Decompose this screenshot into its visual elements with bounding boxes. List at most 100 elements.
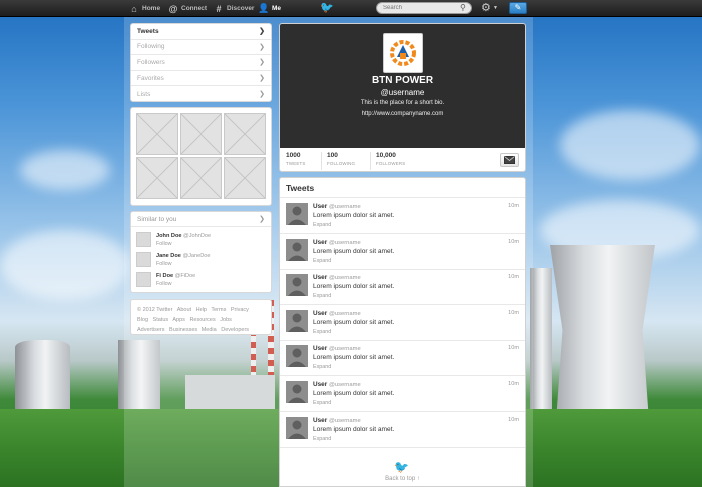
tweet-timestamp[interactable]: 10m	[508, 274, 519, 280]
profile-url[interactable]: http://www.companyname.com	[280, 111, 525, 117]
follow-link[interactable]: Follow	[156, 241, 172, 247]
avatar[interactable]	[286, 203, 308, 225]
similar-user-name[interactable]: Jane Doe	[156, 253, 181, 259]
nav-discover[interactable]: # Discover	[214, 0, 254, 17]
avatar[interactable]	[286, 416, 308, 439]
avatar[interactable]	[136, 272, 151, 287]
tweet-timestamp[interactable]: 10m	[508, 345, 519, 351]
at-icon: @	[168, 3, 178, 14]
footer-link-resources[interactable]: Resources	[189, 317, 215, 323]
footer-link-developers[interactable]: Developers	[221, 327, 249, 333]
sidebar-item-label: Favorites	[137, 74, 164, 82]
tweet-expand-link[interactable]: Expand	[313, 222, 331, 228]
tweet-timestamp[interactable]: 10m	[508, 239, 519, 245]
tweet-user-name[interactable]: User	[313, 203, 327, 210]
nav-discover-label: Discover	[227, 5, 255, 12]
tweet-item[interactable]: User @username Lorem ipsum dolor sit amet…	[280, 412, 525, 448]
tweet-text: Lorem ipsum dolor sit amet.	[313, 354, 395, 362]
avatar[interactable]	[286, 309, 308, 332]
follow-link[interactable]: Follow	[156, 261, 172, 267]
footer-link-privacy[interactable]: Privacy	[231, 307, 249, 313]
sidebar-item-following[interactable]: Following ❯	[131, 40, 271, 56]
tweet-expand-link[interactable]: Expand	[313, 329, 331, 335]
avatar[interactable]	[286, 274, 308, 297]
similar-user-name[interactable]: Fi Doe	[156, 273, 173, 279]
tweet-user-name[interactable]: User	[313, 239, 327, 246]
tweet-item[interactable]: User @username Lorem ipsum dolor sit amet…	[280, 198, 525, 234]
tweet-expand-link[interactable]: Expand	[313, 364, 331, 370]
media-thumbnail[interactable]	[180, 157, 222, 199]
twitter-bird-icon[interactable]: 🐦	[320, 2, 334, 14]
tweet-expand-link[interactable]: Expand	[313, 436, 331, 442]
search-icon[interactable]: ⚲	[460, 3, 469, 12]
footer-link-about[interactable]: About	[177, 307, 191, 313]
tweet-item[interactable]: User @username Lorem ipsum dolor sit amet…	[280, 269, 525, 306]
sidebar-item-lists[interactable]: Lists ❯	[131, 86, 271, 102]
footer-link-status[interactable]: Status	[153, 317, 169, 323]
media-thumbnail[interactable]	[224, 157, 266, 199]
sidebar-item-tweets[interactable]: Tweets ❯	[131, 24, 271, 40]
follow-link[interactable]: Follow	[156, 281, 172, 287]
avatar[interactable]	[286, 381, 308, 403]
tweet-item[interactable]: User @username Lorem ipsum dolor sit amet…	[280, 340, 525, 377]
footer-link-jobs[interactable]: Jobs	[220, 317, 232, 323]
sidebar-item-followers[interactable]: Followers ❯	[131, 55, 271, 71]
nav-connect[interactable]: @ Connect	[168, 0, 207, 17]
similar-user-name[interactable]: John Doe	[156, 233, 181, 239]
avatar[interactable]	[286, 238, 308, 261]
stat-tweets[interactable]: 1000 TWEETS	[286, 152, 306, 170]
avatar[interactable]	[136, 252, 151, 267]
footer-link-help[interactable]: Help	[196, 307, 207, 313]
profile-handle: @username	[380, 88, 425, 97]
footer-link-terms[interactable]: Terms	[211, 307, 226, 313]
tweet-user-name[interactable]: User	[313, 381, 327, 388]
sidebar-item-favorites[interactable]: Favorites ❯	[131, 71, 271, 87]
tweet-expand-link[interactable]: Expand	[313, 400, 331, 406]
hash-icon: #	[216, 3, 222, 14]
media-thumbnail[interactable]	[224, 113, 266, 155]
similar-header[interactable]: Similar to you ❯	[131, 212, 271, 227]
media-thumbnail[interactable]	[136, 157, 178, 199]
similar-user-name-line: Jane Doe @JaneDoe	[156, 253, 211, 259]
avatar[interactable]	[286, 345, 308, 368]
footer-link-businesses[interactable]: Businesses	[169, 327, 197, 333]
tweet-user-handle: @username	[329, 275, 361, 282]
stat-divider	[321, 152, 322, 170]
stat-followers[interactable]: 10,000 FOLLOWERS	[376, 152, 405, 170]
tweet-text: Lorem ipsum dolor sit amet.	[313, 318, 395, 326]
profile-logo[interactable]	[383, 33, 423, 73]
tweet-expand-link[interactable]: Expand	[313, 293, 331, 299]
tweet-timestamp[interactable]: 10m	[508, 381, 519, 387]
footer-link-blog[interactable]: Blog	[137, 317, 148, 323]
media-thumbnail[interactable]	[180, 113, 222, 155]
profile-name: BTN POWER	[371, 75, 434, 86]
nav-me[interactable]: 👤 Me	[258, 0, 281, 17]
tweet-item[interactable]: User @username Lorem ipsum dolor sit amet…	[280, 305, 525, 341]
chevron-right-icon: ❯	[259, 43, 265, 51]
tweet-user-name[interactable]: User	[313, 274, 327, 281]
tweet-user-name[interactable]: User	[313, 417, 327, 424]
tweet-item[interactable]: User @username Lorem ipsum dolor sit amet…	[280, 376, 525, 412]
message-button[interactable]	[500, 153, 519, 167]
gear-icon[interactable]: ⚙	[481, 2, 491, 14]
tweet-expand-link[interactable]: Expand	[313, 258, 331, 264]
footer-link-advertisers[interactable]: Advertisers	[137, 327, 165, 333]
tweet-user-name[interactable]: User	[313, 310, 327, 317]
compose-tweet-button[interactable]: ✎	[509, 2, 527, 14]
nav-home[interactable]: ⌂ Home	[129, 0, 160, 17]
footer-link-media[interactable]: Media	[202, 327, 217, 333]
similar-title: Similar to you	[137, 215, 177, 223]
tweet-timestamp[interactable]: 10m	[508, 203, 519, 209]
tweet-timestamp[interactable]: 10m	[508, 417, 519, 423]
stat-label: TWEETS	[286, 161, 306, 166]
stat-following[interactable]: 100 FOLLOWING	[327, 152, 355, 170]
footer-link-apps[interactable]: Apps	[172, 317, 185, 323]
back-to-top-link[interactable]: Back to top ↑	[279, 476, 526, 482]
tweet-item[interactable]: User @username Lorem ipsum dolor sit amet…	[280, 234, 525, 270]
search-input[interactable]	[376, 2, 472, 14]
avatar[interactable]	[136, 232, 151, 247]
tweet-user-name[interactable]: User	[313, 345, 327, 352]
media-thumbnail[interactable]	[136, 113, 178, 155]
tweet-author: User @username	[313, 203, 361, 210]
tweet-timestamp[interactable]: 10m	[508, 310, 519, 316]
